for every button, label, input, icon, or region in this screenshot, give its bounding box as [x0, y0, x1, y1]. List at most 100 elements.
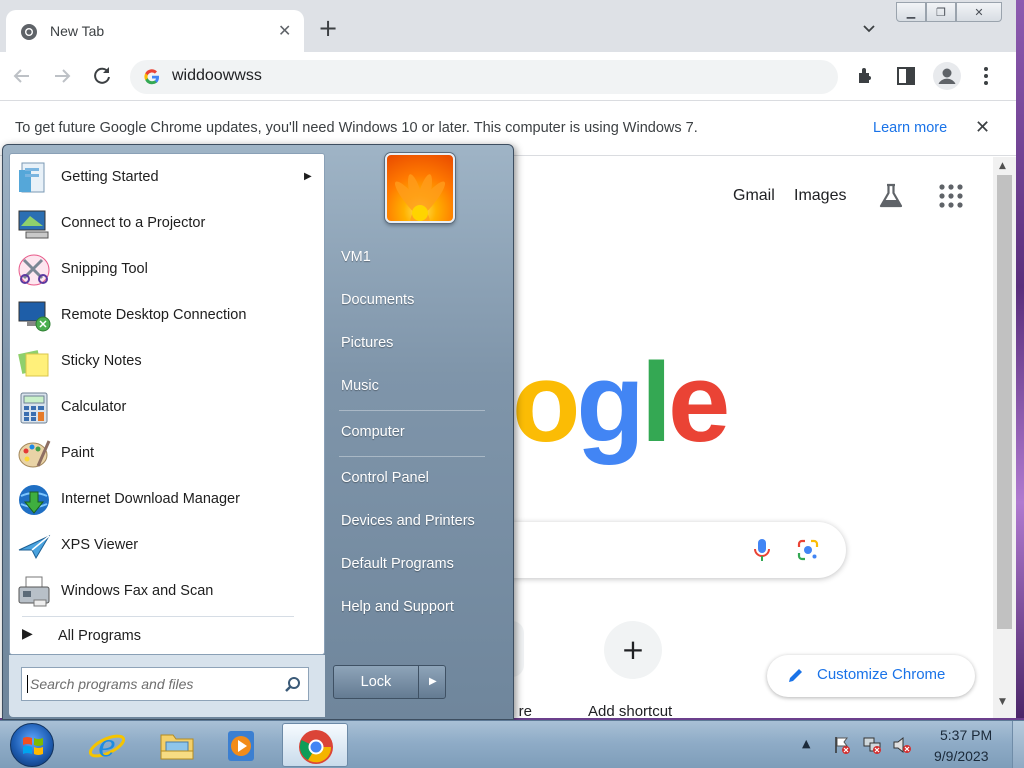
back-arrow-icon[interactable]	[10, 64, 34, 88]
chrome-favicon-icon	[21, 24, 37, 40]
program-getting-started[interactable]: Getting Started ▶	[12, 156, 322, 200]
projector-icon	[18, 210, 49, 239]
action-center-flag-icon[interactable]	[832, 735, 852, 755]
ntp-search-box[interactable]	[512, 522, 846, 578]
magnifier-search-icon[interactable]	[284, 676, 302, 694]
place-control-panel[interactable]: Control Panel	[329, 464, 509, 494]
more-menu-icon[interactable]	[974, 64, 998, 88]
taskbar-chrome[interactable]	[282, 723, 348, 767]
program-calculator[interactable]: Calculator	[12, 386, 322, 430]
start-search-input[interactable]: Search programs and files	[21, 667, 309, 701]
desktop-background	[1016, 0, 1024, 718]
forward-arrow-icon[interactable]	[50, 64, 74, 88]
tab-new-tab[interactable]: New Tab ✕	[6, 10, 304, 52]
place-label: Default Programs	[341, 556, 454, 572]
place-label: Pictures	[341, 335, 394, 351]
program-label: Windows Fax and Scan	[61, 583, 214, 599]
close-window-button[interactable]: ✕	[956, 2, 1002, 22]
new-tab-button[interactable]: +	[318, 16, 338, 40]
scroll-up-arrow-icon[interactable]: ▲	[999, 161, 1006, 171]
minimize-button[interactable]: ▁	[896, 2, 926, 22]
taskbar-internet-explorer[interactable]: e	[76, 723, 136, 767]
address-bar[interactable]: widdoowwss	[130, 60, 838, 94]
start-menu: Getting Started ▶ Connect to a Projector…	[2, 144, 514, 720]
place-documents[interactable]: Documents	[329, 286, 509, 316]
program-remote-desktop[interactable]: Remote Desktop Connection	[12, 294, 322, 338]
start-search-pane: Search programs and files	[9, 655, 325, 717]
program-sticky-notes[interactable]: Sticky Notes	[12, 340, 322, 384]
scroll-down-arrow-icon[interactable]: ▼	[999, 697, 1006, 707]
scrollbar-thumb[interactable]	[997, 175, 1012, 629]
reload-icon[interactable]	[90, 64, 114, 88]
place-label: Computer	[341, 424, 405, 440]
tab-close-icon[interactable]: ✕	[278, 21, 291, 40]
google-g-icon	[144, 69, 159, 85]
google-apps-grid-icon[interactable]	[938, 183, 964, 209]
program-label: Internet Download Manager	[61, 491, 240, 507]
restore-button[interactable]: ❐	[926, 2, 956, 22]
taskbar-media-player[interactable]	[210, 723, 270, 767]
start-button[interactable]	[10, 723, 54, 767]
getting-started-icon	[19, 162, 45, 193]
submenu-arrow-icon: ▶	[304, 171, 312, 182]
add-shortcut-button[interactable]: +	[604, 621, 662, 679]
program-paint[interactable]: Paint	[12, 432, 322, 476]
network-status-icon[interactable]	[862, 735, 882, 755]
program-label: Paint	[61, 445, 95, 461]
show-hidden-icons-arrow-icon[interactable]: ▲	[802, 737, 822, 757]
program-windows-fax-scan[interactable]: Windows Fax and Scan	[12, 570, 322, 614]
program-xps-viewer[interactable]: XPS Viewer	[12, 524, 322, 568]
labs-flask-icon[interactable]	[876, 181, 906, 211]
place-computer[interactable]: Computer	[329, 418, 509, 448]
shortcut-partial-label: re	[518, 703, 532, 718]
volume-muted-icon[interactable]	[892, 735, 912, 755]
place-help-support[interactable]: Help and Support	[329, 593, 509, 623]
internet-explorer-icon: e	[88, 729, 126, 764]
clock-time[interactable]: 5:37 PM	[940, 727, 992, 743]
place-label: Devices and Printers	[341, 513, 475, 529]
lock-button[interactable]: Lock	[333, 665, 419, 699]
customize-chrome-button[interactable]: Customize Chrome	[767, 655, 975, 697]
places-separator	[339, 456, 485, 457]
extensions-puzzle-icon[interactable]	[854, 64, 878, 88]
learn-more-link[interactable]: Learn more	[873, 120, 947, 136]
program-internet-download-manager[interactable]: Internet Download Manager	[12, 478, 322, 522]
voice-search-mic-icon[interactable]	[752, 538, 772, 562]
browser-toolbar: widdoowwss	[0, 52, 1016, 100]
infobar-message: To get future Google Chrome updates, you…	[15, 120, 698, 136]
place-label: VM1	[341, 249, 371, 265]
page-scrollbar[interactable]: ▲ ▼	[993, 157, 1016, 718]
text-caret	[27, 675, 28, 693]
place-vm1[interactable]: VM1	[329, 243, 509, 273]
tab-search-chevron-icon[interactable]	[862, 22, 876, 36]
gmail-link[interactable]: Gmail	[733, 187, 775, 205]
file-explorer-icon	[160, 734, 194, 760]
shutdown-options-arrow[interactable]: ▶	[418, 665, 446, 699]
place-label: Music	[341, 378, 379, 394]
place-music[interactable]: Music	[329, 372, 509, 402]
program-label: Remote Desktop Connection	[61, 307, 247, 323]
images-link[interactable]: Images	[794, 187, 846, 205]
place-default-programs[interactable]: Default Programs	[329, 550, 509, 580]
infobar-close-icon[interactable]: ✕	[975, 117, 990, 138]
profile-avatar-icon[interactable]	[932, 61, 962, 91]
side-panel-icon[interactable]	[894, 64, 918, 88]
show-desktop-button[interactable]	[1012, 721, 1024, 768]
user-account-picture[interactable]	[385, 153, 455, 223]
customize-chrome-label: Customize Chrome	[817, 666, 946, 683]
place-devices-printers[interactable]: Devices and Printers	[329, 507, 509, 537]
program-snipping-tool[interactable]: Snipping Tool	[12, 248, 322, 292]
idm-globe-icon	[19, 485, 49, 515]
programs-list: Getting Started ▶ Connect to a Projector…	[9, 153, 325, 655]
program-label: Connect to a Projector	[61, 215, 206, 231]
taskbar-file-explorer[interactable]	[146, 723, 206, 767]
program-connect-projector[interactable]: Connect to a Projector	[12, 202, 322, 246]
clock-date[interactable]: 9/9/2023	[934, 748, 989, 764]
all-programs-button[interactable]: ▶ All Programs	[18, 622, 318, 652]
sticky-notes-icon	[18, 350, 49, 377]
calculator-icon	[20, 392, 48, 424]
place-pictures[interactable]: Pictures	[329, 329, 509, 359]
google-lens-camera-icon[interactable]	[796, 538, 820, 562]
chrome-icon	[299, 730, 333, 764]
fax-icon	[18, 576, 50, 607]
